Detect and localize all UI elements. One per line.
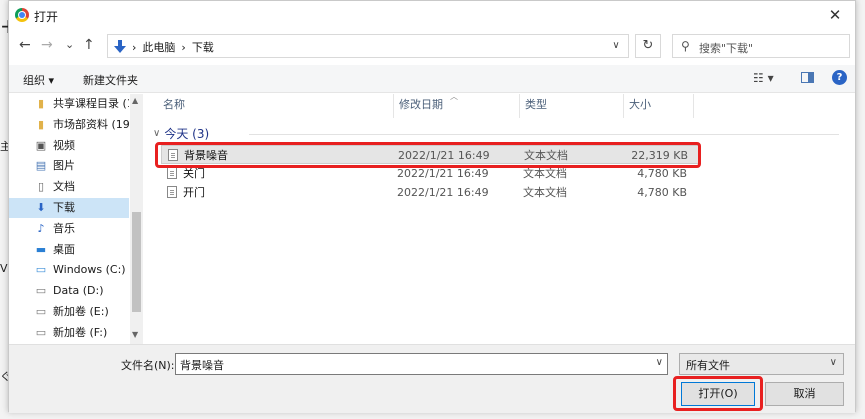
- address-bar[interactable]: › 此电脑 › 下载 ∨: [107, 34, 629, 58]
- chevron-down-icon[interactable]: ∨: [604, 35, 628, 57]
- file-size: 4,780 KB: [637, 186, 687, 199]
- file-list: 名称 ︿ 修改日期 类型 大小 ∨ 今天 (3) 背景噪音 2022/1/21 1…: [145, 92, 855, 344]
- title-bar: 打开 ✕: [9, 1, 855, 29]
- chevron-down-icon: ∨: [153, 128, 161, 139]
- sidebar-item[interactable]: ▤ 图片: [9, 156, 129, 176]
- group-divider: [249, 134, 839, 135]
- close-button[interactable]: ✕: [825, 5, 845, 25]
- downloads-icon: ⬇: [36, 201, 46, 214]
- search-placeholder: 搜索"下载": [699, 42, 754, 55]
- column-divider[interactable]: [693, 94, 694, 118]
- video-icon: ▣: [35, 138, 47, 152]
- desktop-icon: ▬: [35, 242, 47, 256]
- drive-icon: ▭: [35, 284, 47, 298]
- documents-icon: ▯: [37, 180, 45, 194]
- scrollbar-thumb[interactable]: [132, 212, 141, 312]
- group-label: 今天 (3): [164, 127, 210, 141]
- chevron-down-icon[interactable]: ∨: [656, 357, 663, 368]
- file-name: 开门: [183, 186, 205, 199]
- sidebar-item[interactable]: ▭ 新加卷 (F:): [9, 323, 129, 343]
- command-toolbar: 组织 ▾ 新建文件夹 ☷ ▾ ?: [9, 65, 855, 93]
- new-folder-button[interactable]: 新建文件夹: [83, 72, 138, 88]
- chevron-down-icon[interactable]: ∨: [830, 357, 837, 368]
- file-date: 2022/1/21 16:49: [397, 186, 489, 199]
- address-row: ← → ⌄ ↑ › 此电脑 › 下载 ∨ ↻ ⚲ 搜索"下载": [9, 31, 855, 61]
- filename-field[interactable]: 背景噪音 ∨: [175, 353, 668, 375]
- sidebar-item[interactable]: ▬ 桌面: [9, 240, 129, 260]
- text-file-icon: [167, 167, 177, 179]
- navigation-pane: ▮ 共享课程目录 (1 ▮ 市场部资料 (192 ▣ 视频 ▤ 图片 ▯ 文档 ⬇ 下载 ♪ 音乐 ▬ 桌面 ▭…: [9, 94, 143, 344]
- windows-drive-icon: ▭: [35, 263, 47, 277]
- sidebar-item[interactable]: ⬇ 下载: [9, 198, 129, 218]
- sidebar-item-label: 下载: [53, 201, 75, 214]
- scroll-up-icon[interactable]: ▲: [132, 96, 138, 105]
- help-icon[interactable]: ?: [832, 70, 847, 85]
- sidebar-item-label: Data (D:): [53, 284, 104, 298]
- up-arrow-icon[interactable]: ↑: [83, 37, 95, 53]
- breadcrumb-item[interactable]: 下载: [192, 39, 214, 55]
- sidebar-item[interactable]: ▮ 共享课程目录 (1: [9, 94, 129, 114]
- drive-icon: ▭: [35, 305, 47, 318]
- sidebar-item[interactable]: ▣ 视频: [9, 136, 129, 156]
- preview-pane-icon[interactable]: [801, 72, 814, 83]
- column-header-size[interactable]: 大小: [623, 94, 693, 116]
- sidebar-item-label: 市场部资料 (192: [53, 117, 129, 131]
- search-input[interactable]: ⚲ 搜索"下载": [672, 34, 850, 58]
- column-header-type[interactable]: 类型: [519, 94, 623, 116]
- filename-value: 背景噪音: [180, 359, 224, 372]
- text-file-icon: [167, 186, 177, 198]
- organize-menu-button[interactable]: 组织 ▾: [23, 72, 54, 88]
- cancel-button[interactable]: 取消: [765, 382, 844, 406]
- sidebar-item[interactable]: ▮ 市场部资料 (192: [9, 115, 129, 135]
- sidebar-item-label: 桌面: [53, 242, 75, 256]
- sidebar-item[interactable]: ▭ 新加卷 (E:): [9, 302, 129, 322]
- highlight-annotation: [155, 142, 701, 168]
- column-header-date[interactable]: 修改日期: [393, 94, 519, 116]
- file-row[interactable]: 开门 2022/1/21 16:49 文本文档 4,780 KB: [161, 183, 699, 202]
- sidebar-scrollbar[interactable]: ▲ ▼: [130, 94, 143, 344]
- breadcrumb-item[interactable]: 此电脑: [142, 39, 175, 55]
- chrome-icon: [15, 8, 29, 22]
- sidebar-item-label: 图片: [53, 159, 75, 173]
- view-options-icon[interactable]: ☷ ▾: [753, 71, 774, 85]
- sidebar-item[interactable]: ♪ 音乐: [9, 219, 129, 239]
- drive-icon: ▭: [35, 325, 47, 339]
- forward-arrow-icon[interactable]: →: [41, 37, 53, 53]
- network-folder-icon: ▮: [37, 97, 45, 110]
- highlight-annotation: [673, 376, 763, 411]
- background-glyph: Ⅴ: [0, 262, 8, 275]
- sidebar-item-label: 文档: [53, 180, 75, 194]
- file-type: 文本文档: [523, 186, 567, 199]
- sidebar-item[interactable]: ▭ Data (D:): [9, 281, 129, 301]
- filename-label: 文件名(N):: [121, 359, 175, 372]
- sidebar-item-label: Windows (C:): [53, 263, 126, 277]
- sidebar-item-label: 视频: [53, 138, 75, 152]
- network-folder-icon: ▮: [37, 117, 45, 131]
- search-icon: ⚲: [681, 39, 690, 53]
- back-arrow-icon[interactable]: ←: [19, 37, 31, 53]
- dialog-title: 打开: [34, 10, 59, 24]
- sidebar-item-label: 新加卷 (E:): [53, 305, 109, 318]
- sidebar-item[interactable]: ▭ Windows (C:): [9, 260, 129, 280]
- column-header-name[interactable]: 名称: [157, 94, 393, 116]
- sidebar-item-label: 新加卷 (F:): [53, 325, 108, 339]
- downloads-icon: [114, 40, 126, 53]
- music-icon: ♪: [37, 221, 45, 235]
- filetype-select[interactable]: 所有文件 ∨: [679, 353, 844, 375]
- breadcrumb-separator: ›: [132, 40, 137, 54]
- recent-locations-icon[interactable]: ⌄: [65, 37, 74, 53]
- dialog-footer: 文件名(N): 背景噪音 ∨ 所有文件 ∨ 打开(O) 取消: [9, 344, 855, 413]
- pictures-icon: ▤: [35, 159, 47, 173]
- scroll-down-icon[interactable]: ▼: [132, 330, 138, 339]
- filetype-value: 所有文件: [686, 359, 730, 372]
- group-header-today[interactable]: ∨ 今天 (3): [153, 125, 209, 142]
- breadcrumb-separator: ›: [181, 40, 186, 54]
- sidebar-item[interactable]: ▯ 文档: [9, 177, 129, 197]
- open-file-dialog: 打开 ✕ ← → ⌄ ↑ › 此电脑 › 下载 ∨ ↻ ⚲ 搜索"下载" 组织 …: [8, 0, 856, 413]
- sidebar-item-label: 共享课程目录 (1: [53, 97, 129, 110]
- refresh-button[interactable]: ↻: [635, 34, 661, 58]
- sidebar-item-label: 音乐: [53, 221, 75, 235]
